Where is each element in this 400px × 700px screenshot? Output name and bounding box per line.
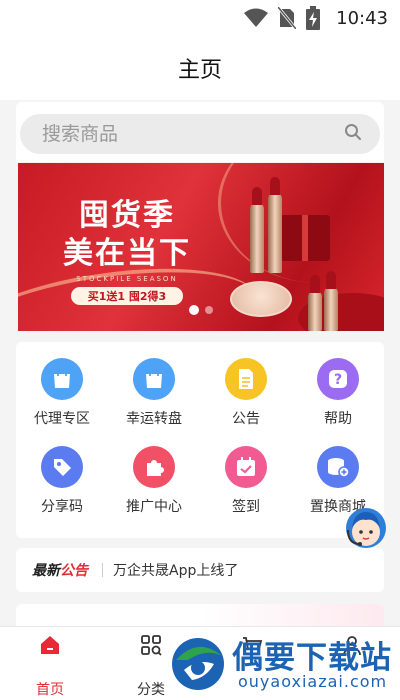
watermark-title: 偶要下载站: [232, 640, 392, 676]
page-title: 主页: [177, 58, 222, 83]
promo-banner[interactable]: 囤货季 美在当下 STOCKPILE SEASON 买1送1 囤2得3: [18, 163, 384, 331]
tab-home[interactable]: 首页: [10, 627, 90, 700]
feature-menu-grid: 代理专区 幸运转盘 公告 ? 帮助 分享码 推广中心 签到 置换商城: [16, 358, 384, 516]
database-plus-icon: [317, 446, 359, 488]
menu-item-check-in[interactable]: 签到: [200, 446, 292, 516]
category-grid-icon: [140, 633, 162, 657]
clock-time: 10:43: [336, 7, 388, 29]
menu-item-promotion-center[interactable]: 推广中心: [108, 446, 200, 516]
search-input[interactable]: [42, 123, 344, 145]
no-sim-icon: [278, 7, 297, 29]
tab-home-label: 首页: [36, 682, 64, 698]
banner-title-line1: 囤货季: [79, 198, 175, 233]
site-watermark: 偶要下载站 ouyaoxiazai.com: [160, 626, 400, 700]
announcement-bar[interactable]: 最新公告 万企共晟App上线了: [16, 548, 384, 592]
customer-service-icon: [346, 508, 386, 548]
gift-box-image: [280, 215, 330, 261]
calendar-icon: [225, 446, 267, 488]
search-icon[interactable]: [344, 123, 362, 145]
tag-icon: [41, 446, 83, 488]
menu-item-label: 分享码: [41, 499, 83, 515]
carousel-dot[interactable]: [205, 306, 213, 314]
menu-item-lucky-wheel[interactable]: 幸运转盘: [108, 358, 200, 428]
menu-item-label: 公告: [232, 411, 260, 427]
watermark-logo-icon: [172, 638, 224, 690]
customer-service-button[interactable]: [342, 504, 390, 556]
search-bar[interactable]: [20, 114, 380, 154]
menu-item-label: 幸运转盘: [126, 411, 182, 427]
menu-item-help[interactable]: ? 帮助: [292, 358, 384, 428]
watermark-url: ouyaoxiazai.com: [238, 672, 388, 691]
announcement-tag-part1: 最新: [32, 563, 60, 579]
menu-item-agent-zone[interactable]: 代理专区: [16, 358, 108, 428]
document-icon: [225, 358, 267, 400]
question-icon: ?: [317, 358, 359, 400]
banner-subtitle: STOCKPILE SEASON: [76, 275, 178, 283]
main-content[interactable]: 囤货季 美在当下 STOCKPILE SEASON 买1送1 囤2得3 代理专区: [0, 100, 400, 628]
svg-text:?: ?: [334, 372, 342, 388]
status-bar: 10:43: [0, 0, 400, 36]
banner-headline: 囤货季 美在当下 STOCKPILE SEASON 买1送1 囤2得3: [52, 197, 202, 305]
app-header: 主页: [0, 36, 400, 100]
shopping-bag-icon: [41, 358, 83, 400]
search-container: [16, 102, 384, 162]
menu-item-label: 帮助: [324, 411, 352, 427]
carousel-dot-active[interactable]: [189, 305, 199, 315]
announcement-tag-part2: 公告: [60, 563, 88, 579]
puzzle-icon: [133, 446, 175, 488]
announcement-text: 万企共晟App上线了: [113, 563, 239, 579]
menu-item-label: 签到: [232, 499, 260, 515]
wifi-icon: [244, 8, 269, 28]
banner-title-line2: 美在当下: [63, 236, 191, 271]
banner-promo-pill: 买1送1 囤2得3: [71, 287, 183, 305]
shopping-bag-icon: [133, 358, 175, 400]
next-section-card: [16, 604, 384, 628]
menu-item-share-code[interactable]: 分享码: [16, 446, 108, 516]
home-icon: [39, 633, 61, 657]
battery-charging-icon: [306, 6, 321, 30]
announcement-tag: 最新公告: [32, 560, 88, 580]
feature-menu-card: 代理专区 幸运转盘 公告 ? 帮助 分享码 推广中心 签到 置换商城: [16, 342, 384, 538]
carousel-indicator: [18, 305, 384, 315]
menu-item-label: 代理专区: [34, 411, 90, 427]
lipstick-image: [268, 177, 282, 273]
menu-item-label: 推广中心: [126, 499, 182, 515]
menu-item-announcement[interactable]: 公告: [200, 358, 292, 428]
divider: [102, 563, 103, 577]
lipstick-image: [250, 187, 264, 273]
